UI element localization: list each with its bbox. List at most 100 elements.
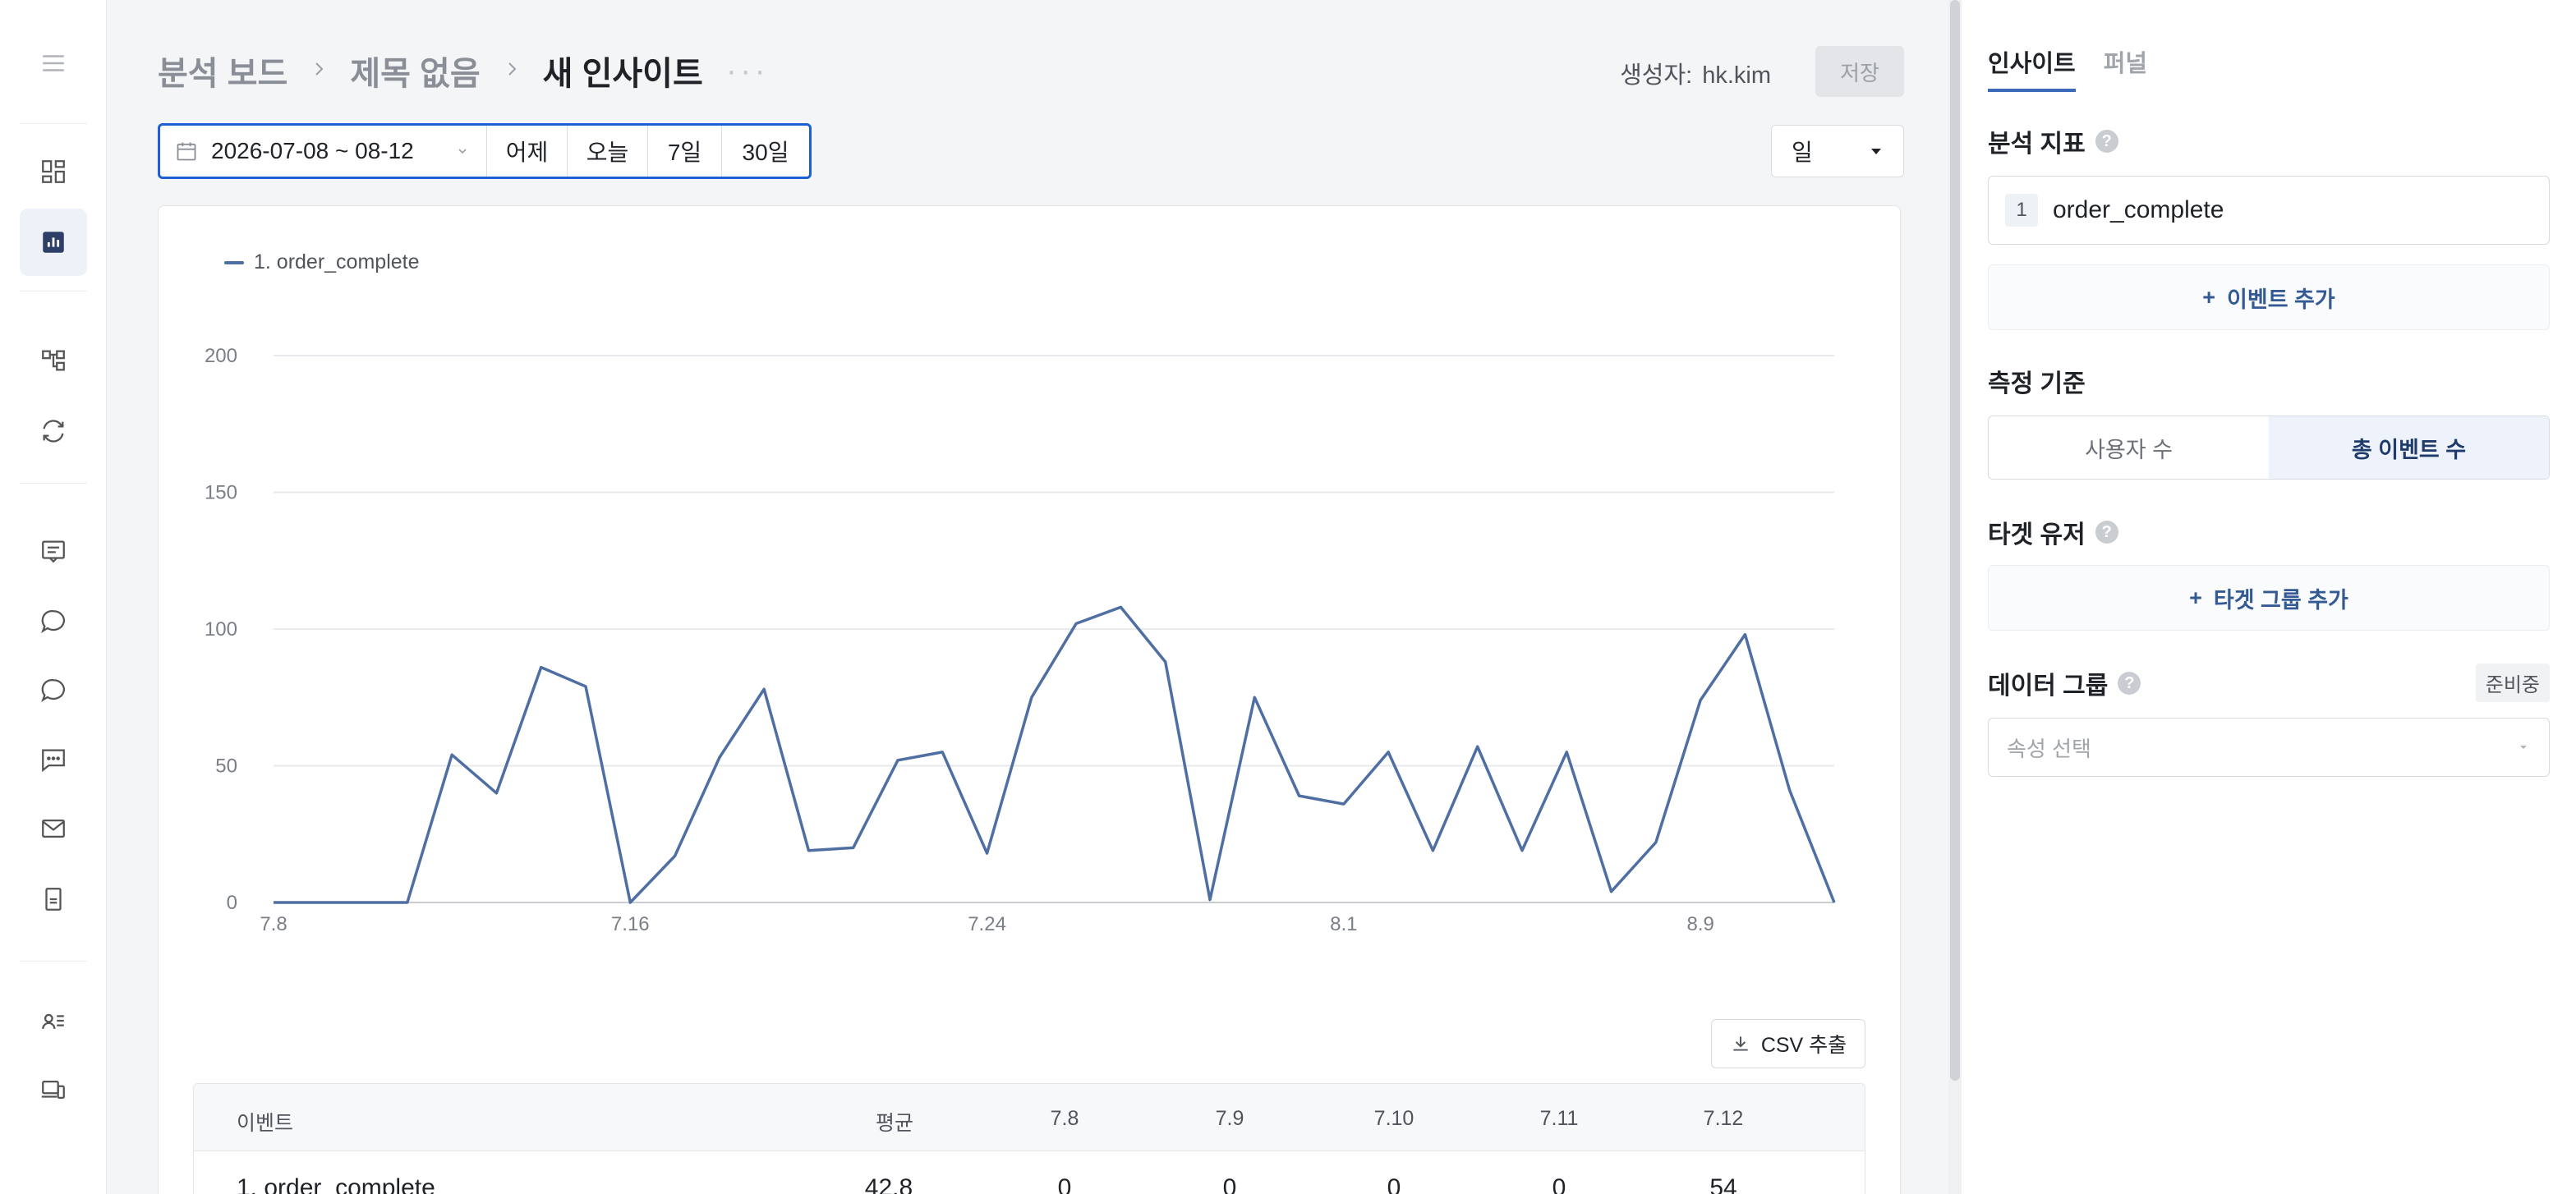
breadcrumb-board[interactable]: 분석 보드 [158, 47, 288, 94]
col-date: 7.10 [1373, 1107, 1414, 1130]
left-rail [0, 0, 107, 1194]
chat-icon[interactable] [20, 588, 87, 655]
status-badge: 준비중 [2475, 664, 2550, 702]
metric-title-text: 분석 지표 [1988, 131, 2086, 158]
quick-range-today[interactable]: 오늘 [568, 126, 648, 177]
attribute-placeholder: 속성 선택 [2007, 736, 2091, 761]
y-tick-label: 0 [227, 892, 237, 914]
data-group-section-title: 데이터 그룹 ? [1988, 665, 2141, 701]
tab-insight[interactable]: 인사이트 [1988, 44, 2076, 92]
quick-range-30d[interactable]: 30일 [722, 126, 809, 177]
x-tick-label: 7.8 [260, 913, 287, 935]
csv-export-label: CSV 추출 [1760, 1034, 1847, 1057]
measure-toggle: 사용자 수 총 이벤트 수 [1988, 416, 2550, 480]
page-title: 새 인사이트 [542, 56, 703, 92]
main-area: 분석 보드 제목 없음 새 인사이트 ··· 생성자: hk.kim 저장 202… [107, 0, 1952, 1194]
measure-title-text: 측정 기준 [1988, 370, 2086, 397]
measure-users-option[interactable]: 사용자 수 [1989, 416, 2269, 479]
period-select[interactable]: 일 [1771, 125, 1904, 177]
download-icon [1733, 1036, 1748, 1051]
devices-icon[interactable] [20, 1056, 87, 1123]
measure-total-events-option[interactable]: 총 이벤트 수 [2269, 416, 2549, 479]
date-range-value: 2026-07-08 ~ 08-12 [211, 138, 414, 163]
add-event-button[interactable]: + 이벤트 추가 [1988, 264, 2550, 330]
chat-alt-icon[interactable] [20, 657, 87, 724]
tab-funnel[interactable]: 퍼널 [2104, 44, 2147, 92]
y-tick-label: 150 [205, 482, 237, 504]
y-tick-label: 100 [205, 618, 237, 641]
menu-icon[interactable] [20, 30, 87, 97]
document-icon[interactable] [20, 866, 87, 933]
dashboard-icon[interactable] [20, 138, 87, 205]
measure-section-title: 측정 기준 [1988, 363, 2086, 399]
table-header: 이벤트 평균 7.8 7.9 7.10 7.11 7.12 [194, 1084, 1865, 1151]
calendar-icon [177, 142, 196, 161]
x-tick-label: 7.16 [611, 913, 650, 935]
metric-section-title: 분석 지표 ? [1988, 123, 2118, 159]
chart-icon[interactable] [20, 209, 87, 276]
add-target-label: 타겟 그룹 추가 [2213, 587, 2348, 613]
chevron-right-icon [502, 59, 522, 83]
series-line[interactable] [274, 605, 1836, 904]
data-table: 이벤트 평균 7.8 7.9 7.10 7.11 7.12 1. order_c… [193, 1083, 1865, 1194]
y-tick-label: 50 [215, 755, 237, 778]
more-options-icon[interactable]: ··· [726, 53, 769, 90]
help-icon[interactable]: ? [2118, 672, 2141, 695]
creator-name: hk.kim [1702, 62, 1771, 89]
quick-range-yesterday[interactable]: 어제 [487, 126, 568, 177]
cell-value: 0 [1222, 1174, 1237, 1194]
cell-value: 0 [1552, 1174, 1566, 1194]
message-icon[interactable] [20, 726, 87, 793]
col-date: 7.8 [1050, 1107, 1079, 1130]
col-average: 평균 [875, 1112, 914, 1135]
cell-event: 1. order_complete [237, 1174, 435, 1194]
cell-average: 42.8 [864, 1174, 913, 1194]
insight-settings-panel: 인사이트 퍼널 분석 지표 ? 1 order_complete + 이벤트 추… [1962, 0, 2576, 1194]
target-section-title: 타겟 유저 ? [1988, 514, 2118, 550]
line-chart: 0 50 100 150 200 7.8 7.16 7.24 8.1 8.9 [205, 345, 1836, 935]
creator-label: 생성자: [1620, 62, 1693, 89]
target-title-text: 타겟 유저 [1988, 521, 2086, 549]
mail-icon[interactable] [20, 795, 87, 862]
y-tick-label: 200 [205, 345, 237, 367]
data-group-title-text: 데이터 그룹 [1988, 673, 2109, 700]
chart-card: 1. order_complete 0 50 100 150 200 7.8 7.16 7.2… [158, 205, 1901, 1194]
x-tick-label: 8.9 [1686, 913, 1714, 935]
quick-range-7d[interactable]: 7일 [648, 126, 722, 177]
board-icon[interactable] [20, 517, 87, 585]
csv-export-button[interactable]: CSV 추출 [1711, 1019, 1865, 1068]
chevron-right-icon [309, 59, 329, 83]
add-target-group-button[interactable]: + 타겟 그룹 추가 [1988, 565, 2550, 631]
cell-value: 54 [1709, 1174, 1737, 1194]
panel-tabs: 인사이트 퍼널 [1988, 44, 2147, 92]
period-value: 일 [1792, 140, 1813, 165]
metric-item[interactable]: 1 order_complete [1988, 176, 2550, 245]
col-date: 7.9 [1215, 1107, 1244, 1130]
metric-index: 1 [2005, 194, 2038, 227]
table-row[interactable]: 1. order_complete 42.8 0 0 0 0 54 [194, 1151, 1865, 1194]
help-icon[interactable]: ? [2095, 130, 2118, 153]
col-date: 7.11 [1539, 1107, 1579, 1130]
x-tick-label: 8.1 [1330, 913, 1357, 935]
date-range-picker[interactable]: 2026-07-08 ~ 08-12 [160, 126, 487, 177]
user-list-icon[interactable] [20, 987, 87, 1054]
refresh-icon[interactable] [20, 397, 87, 465]
plus-icon: + [2189, 585, 2202, 610]
caret-down-icon [1871, 149, 1881, 154]
save-button[interactable]: 저장 [1815, 46, 1904, 97]
caret-down-icon [2520, 746, 2527, 749]
breadcrumb-untitled[interactable]: 제목 없음 [350, 47, 480, 94]
date-filter-bar: 2026-07-08 ~ 08-12 어제 오늘 7일 30일 [158, 123, 812, 179]
cell-value: 0 [1387, 1174, 1401, 1194]
help-icon[interactable]: ? [2095, 521, 2118, 544]
col-event: 이벤트 [237, 1112, 294, 1135]
metric-name: order_complete [2053, 196, 2224, 223]
x-tick-label: 7.24 [968, 913, 1006, 935]
add-event-label: 이벤트 추가 [2227, 287, 2335, 312]
col-date: 7.12 [1703, 1107, 1744, 1130]
attribute-select[interactable]: 속성 선택 [1988, 718, 2550, 777]
plus-icon: + [2202, 284, 2216, 310]
flow-icon[interactable] [20, 327, 87, 394]
breadcrumb: 분석 보드 제목 없음 새 인사이트 ··· [158, 46, 769, 95]
cell-value: 0 [1057, 1174, 1072, 1194]
